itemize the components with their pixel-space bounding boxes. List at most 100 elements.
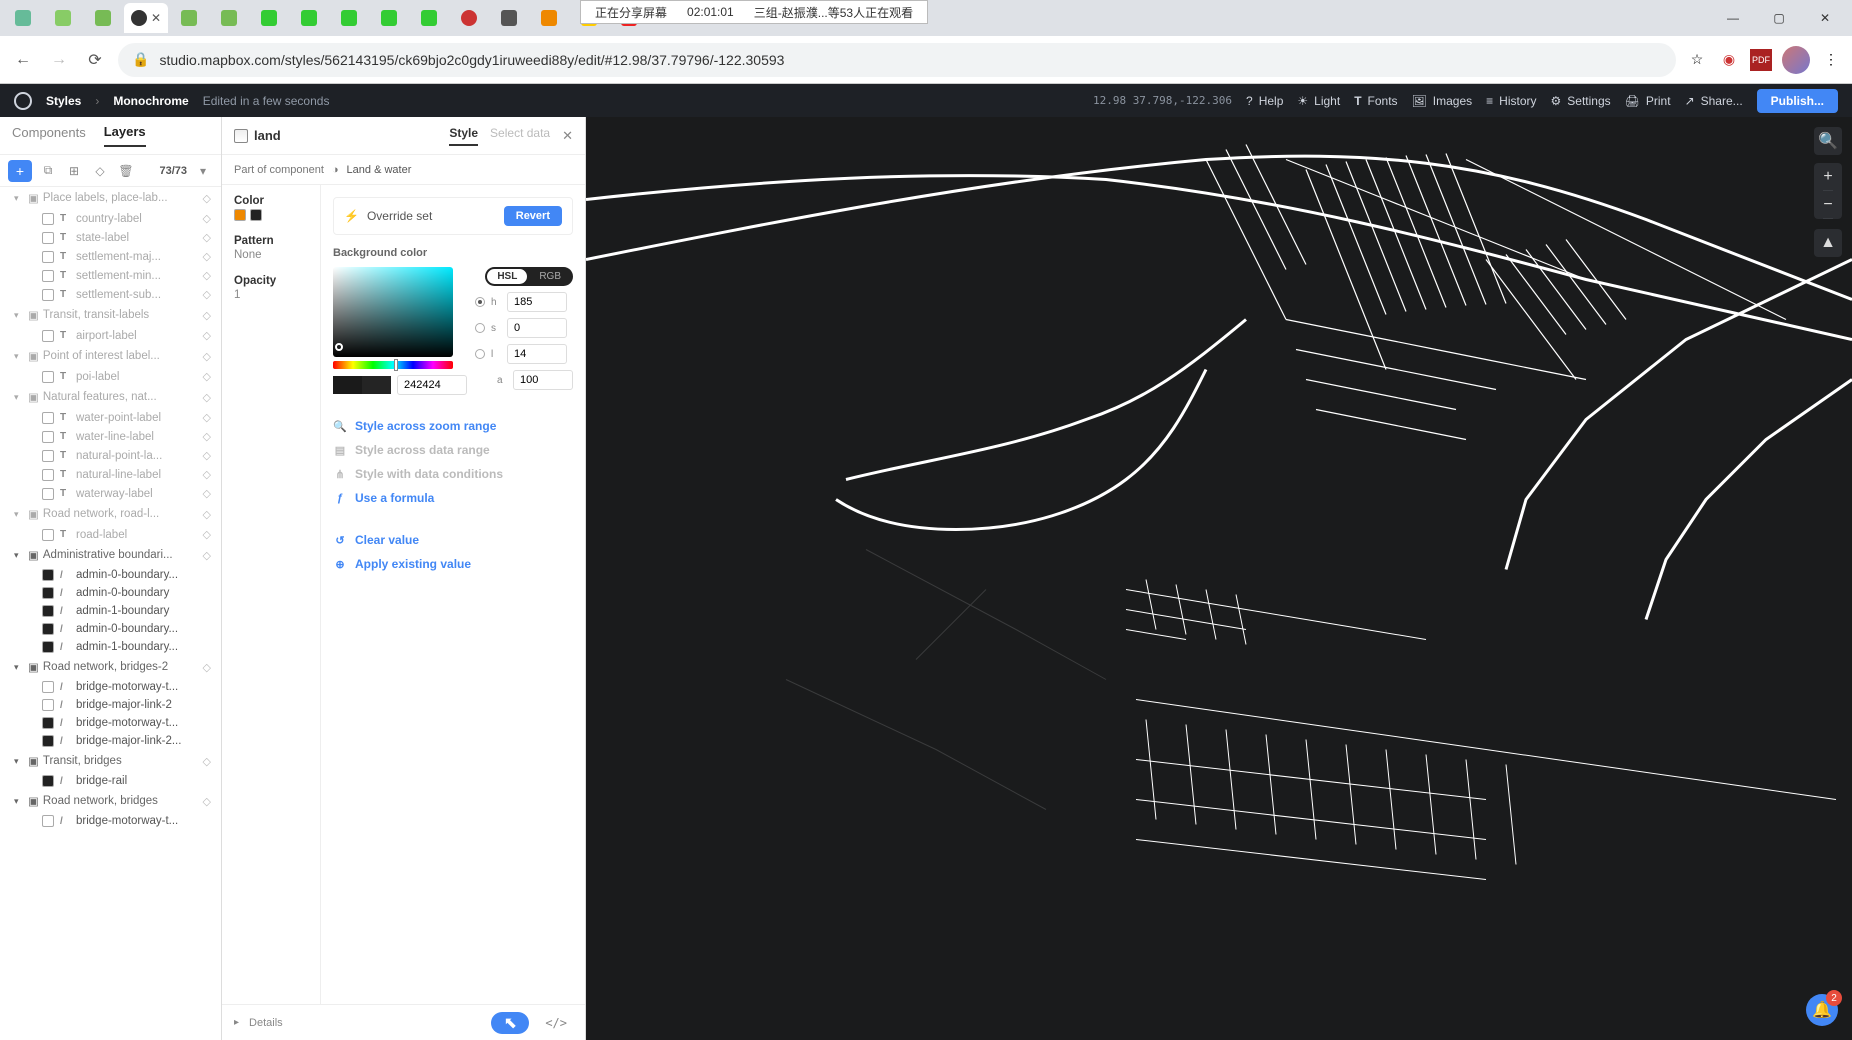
maximize-button[interactable]: ▢ <box>1756 11 1802 25</box>
layer-group[interactable]: ▾▣Transit, bridges◇ <box>0 750 221 772</box>
back-button[interactable]: ← <box>10 47 36 73</box>
forward-button[interactable]: → <box>46 47 72 73</box>
browser-tab[interactable] <box>44 3 82 33</box>
breadcrumb-styles[interactable]: Styles <box>46 94 81 108</box>
browser-tab[interactable] <box>450 3 488 33</box>
star-icon[interactable]: ☆ <box>1686 49 1708 71</box>
print-button[interactable]: 🖨Print <box>1625 94 1671 108</box>
layer-group[interactable]: ▾▣Administrative boundari...◇ <box>0 544 221 566</box>
layer-group[interactable]: ▾▣Natural features, nat...◇ <box>0 386 221 408</box>
tab-components[interactable]: Components <box>12 125 86 146</box>
color-mode-toggle[interactable]: HSL RGB <box>485 267 573 286</box>
hue-knob[interactable] <box>394 359 398 371</box>
layer-tree[interactable]: ▾▣Place labels, place-lab...◇Tcountry-la… <box>0 187 221 1040</box>
map-canvas[interactable]: 🔍 + − ▲ 🔔 2 <box>586 117 1852 1040</box>
layer-group[interactable]: ▾▣Road network, bridges-2◇ <box>0 656 221 678</box>
close-panel-button[interactable]: ✕ <box>562 128 573 144</box>
s-radio[interactable] <box>475 323 485 333</box>
browser-tab[interactable] <box>290 3 328 33</box>
color-gradient[interactable] <box>333 267 453 357</box>
light-button[interactable]: ☀Light <box>1297 94 1340 108</box>
layer-item[interactable]: Tsettlement-min...◇ <box>0 266 221 285</box>
l-input[interactable] <box>507 344 567 364</box>
layer-group[interactable]: ▾▣Place labels, place-lab...◇ <box>0 187 221 209</box>
browser-tab[interactable] <box>170 3 208 33</box>
layer-group[interactable]: ▾▣Point of interest label...◇ <box>0 345 221 367</box>
layer-item[interactable]: /admin-0-boundary... <box>0 566 221 584</box>
action-apply-existing[interactable]: ⊕Apply existing value <box>333 557 573 571</box>
settings-button[interactable]: ⚙Settings <box>1551 94 1611 108</box>
prop-opacity[interactable]: Opacity <box>234 275 308 287</box>
duplicate-icon[interactable]: ⧉ <box>38 161 58 181</box>
layer-item[interactable]: Tairport-label◇ <box>0 326 221 345</box>
hue-slider[interactable] <box>333 361 453 369</box>
tab-select-data[interactable]: Select data <box>490 126 550 146</box>
layer-item[interactable]: Tcountry-label◇ <box>0 209 221 228</box>
history-button[interactable]: ≡History <box>1486 94 1536 108</box>
compass-button[interactable]: ▲ <box>1814 229 1842 257</box>
action-formula[interactable]: ƒUse a formula <box>333 491 573 505</box>
layer-item[interactable]: Troad-label◇ <box>0 525 221 544</box>
reload-button[interactable]: ⟳ <box>82 47 108 73</box>
layer-group[interactable]: ▾▣Road network, road-l...◇ <box>0 503 221 525</box>
layer-group[interactable]: ▾▣Road network, bridges◇ <box>0 790 221 812</box>
layer-item[interactable]: /bridge-motorway-t... <box>0 678 221 696</box>
browser-tab[interactable] <box>84 3 122 33</box>
browser-tab[interactable] <box>210 3 248 33</box>
group-icon[interactable]: ⊞ <box>64 161 84 181</box>
action-clear[interactable]: ↺Clear value <box>333 533 573 547</box>
details-toggle[interactable]: Details <box>249 1017 283 1029</box>
cursor-mode-button[interactable]: ⬉ <box>491 1012 529 1034</box>
h-input[interactable] <box>507 292 567 312</box>
layer-item[interactable]: Tstate-label◇ <box>0 228 221 247</box>
browser-tab[interactable]: ✕ <box>124 3 168 33</box>
json-mode-button[interactable]: </> <box>539 1016 573 1030</box>
hex-input[interactable] <box>397 375 467 395</box>
layer-item[interactable]: /bridge-motorway-t... <box>0 714 221 732</box>
layer-item[interactable]: /admin-1-boundary <box>0 602 221 620</box>
layer-item[interactable]: Twater-line-label◇ <box>0 427 221 446</box>
layer-item[interactable]: Tpoi-label◇ <box>0 367 221 386</box>
expand-icon[interactable]: ▸ <box>234 1017 239 1028</box>
browser-tab[interactable] <box>370 3 408 33</box>
menu-icon[interactable]: ⋮ <box>1820 49 1842 71</box>
tab-layers[interactable]: Layers <box>104 124 146 147</box>
layer-item[interactable]: /bridge-rail <box>0 772 221 790</box>
browser-tab[interactable] <box>410 3 448 33</box>
browser-tab[interactable] <box>250 3 288 33</box>
action-zoom-range[interactable]: 🔍Style across zoom range <box>333 419 573 433</box>
browser-tab[interactable] <box>530 3 568 33</box>
layer-item[interactable]: Twaterway-label◇ <box>0 484 221 503</box>
layer-item[interactable]: /admin-1-boundary... <box>0 638 221 656</box>
layer-item[interactable]: /bridge-major-link-2 <box>0 696 221 714</box>
browser-tab[interactable] <box>490 3 528 33</box>
prop-color[interactable]: Color <box>234 195 308 207</box>
prop-pattern[interactable]: Pattern <box>234 235 308 247</box>
layer-item[interactable]: Tnatural-point-la...◇ <box>0 446 221 465</box>
layer-group[interactable]: ▾▣Transit, transit-labels◇ <box>0 304 221 326</box>
layer-item[interactable]: /admin-0-boundary <box>0 584 221 602</box>
layer-item[interactable]: Tnatural-line-label◇ <box>0 465 221 484</box>
close-icon[interactable]: ✕ <box>151 11 161 25</box>
layer-item[interactable]: /bridge-major-link-2... <box>0 732 221 750</box>
add-layer-button[interactable]: + <box>8 160 32 182</box>
layer-item[interactable]: /admin-0-boundary... <box>0 620 221 638</box>
tab-style[interactable]: Style <box>449 126 478 146</box>
delete-icon[interactable]: 🗑 <box>116 161 136 181</box>
profile-avatar[interactable] <box>1782 46 1810 74</box>
visibility-icon[interactable]: ◇ <box>90 161 110 181</box>
close-window-button[interactable]: ✕ <box>1802 11 1848 25</box>
s-input[interactable] <box>507 318 567 338</box>
layer-item[interactable]: Twater-point-label◇ <box>0 408 221 427</box>
mapbox-logo-icon[interactable] <box>14 92 32 110</box>
images-button[interactable]: 🖼Images <box>1412 94 1473 108</box>
filter-icon[interactable]: ▾ <box>193 161 213 181</box>
layer-item[interactable]: /bridge-motorway-t... <box>0 812 221 830</box>
browser-tab[interactable] <box>4 3 42 33</box>
share-button[interactable]: ↗Share... <box>1685 94 1743 108</box>
browser-tab[interactable] <box>330 3 368 33</box>
a-input[interactable] <box>513 370 573 390</box>
breadcrumb-stylename[interactable]: Monochrome <box>113 94 188 108</box>
zoom-out-button[interactable]: − <box>1823 191 1832 219</box>
layer-item[interactable]: Tsettlement-sub...◇ <box>0 285 221 304</box>
